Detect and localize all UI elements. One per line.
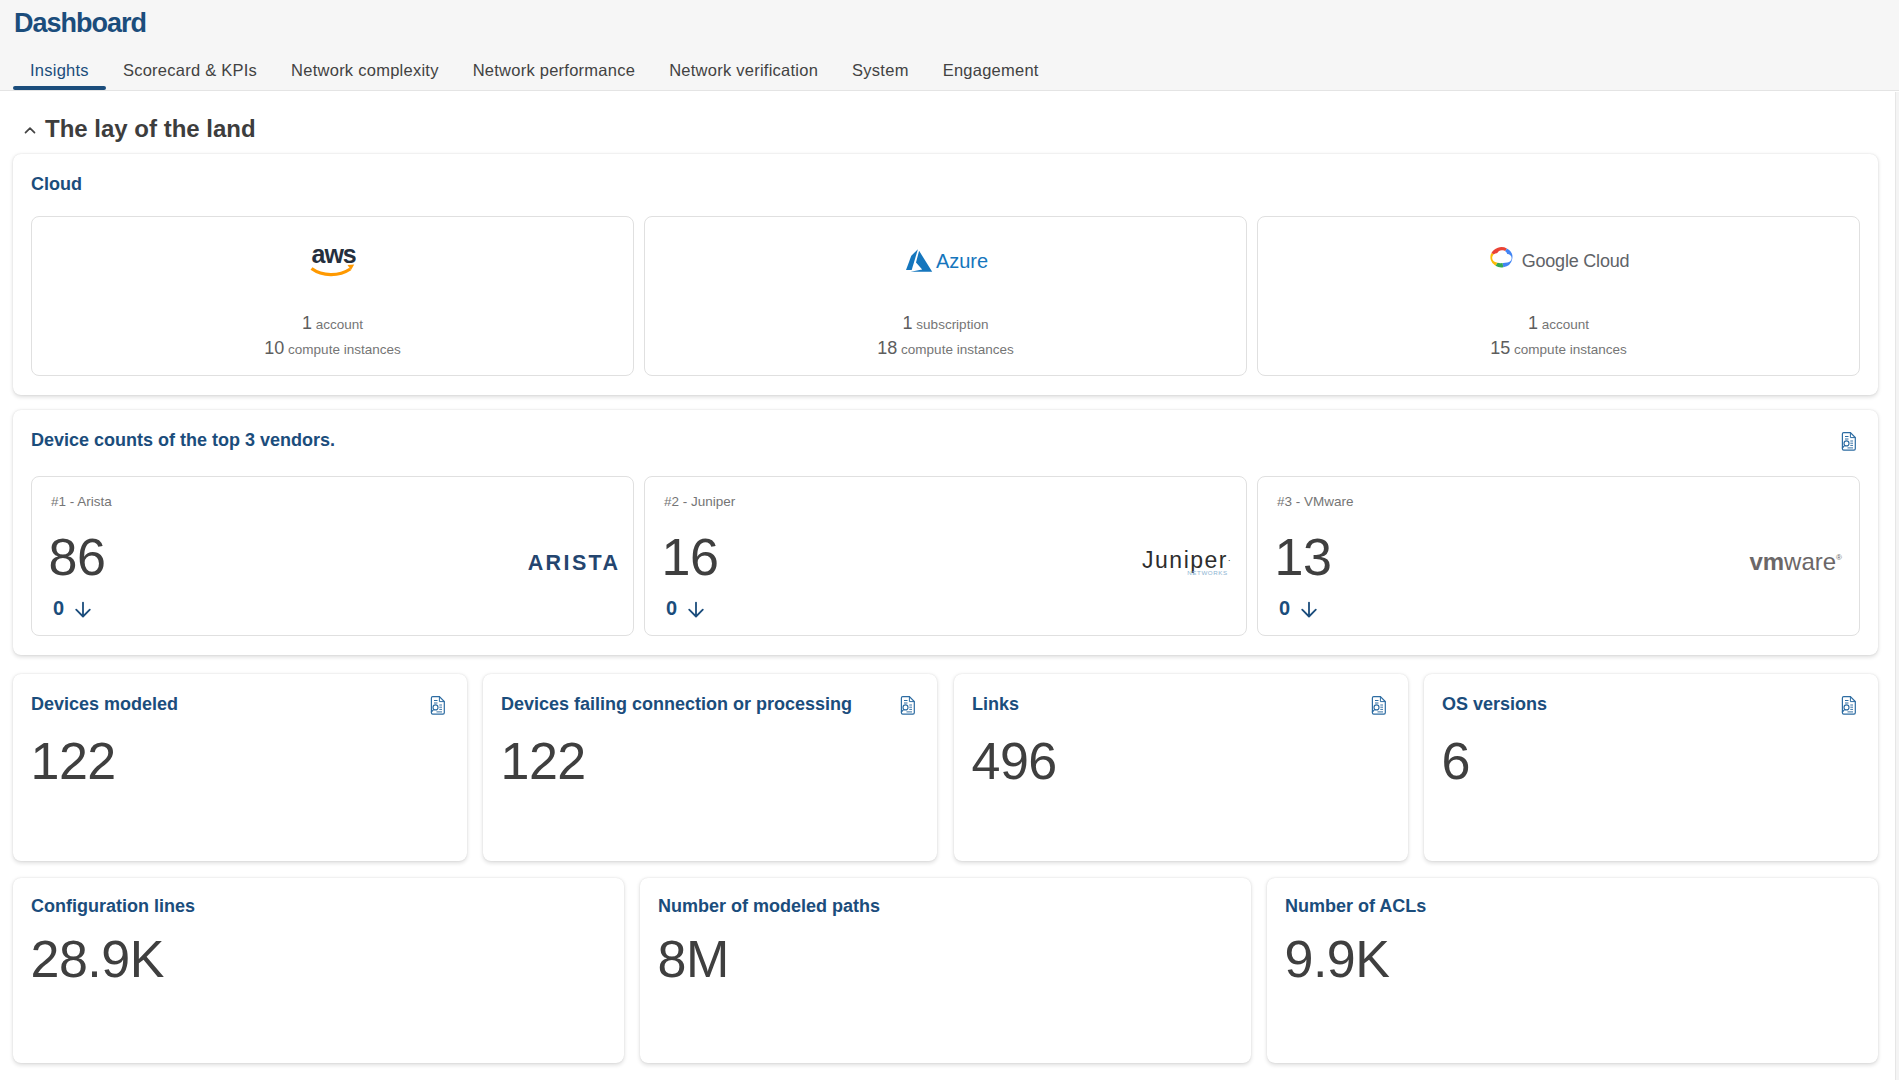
- svg-text:aws: aws: [311, 243, 355, 268]
